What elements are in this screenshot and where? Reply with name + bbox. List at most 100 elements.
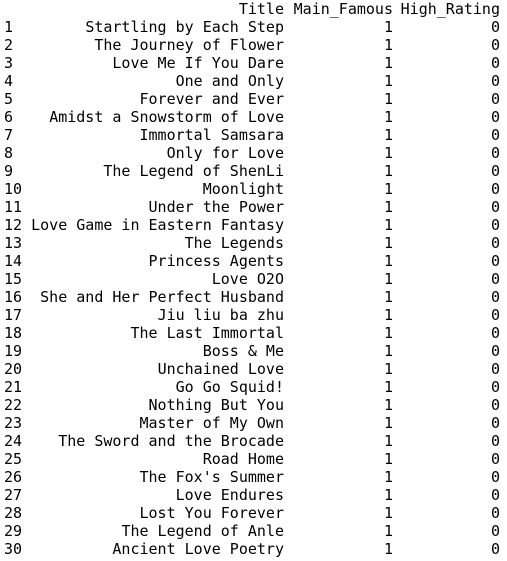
cell-high-rating: 0 [490,324,500,342]
cell-title: One and Only [175,72,284,90]
table-row: 12 Love Game in Eastern Fantasy 1 0 [0,216,507,234]
cell-main-famous: 1 [383,396,393,414]
row-index: 26 [4,468,23,486]
cell-title: Lost You Forever [139,504,285,522]
cell-main-famous: 1 [383,72,393,90]
cell-main-famous: 1 [383,216,393,234]
row-index: 19 [4,342,23,360]
cell-title: Forever and Ever [139,90,285,108]
table-row: 11 Under the Power 1 0 [0,198,507,216]
table-row: 24 The Sword and the Brocade 1 0 [0,432,507,450]
cell-high-rating: 0 [490,504,500,522]
table-row: 9 The Legend of ShenLi 1 0 [0,162,507,180]
cell-main-famous: 1 [383,342,393,360]
table-row: 4 One and Only 1 0 [0,72,507,90]
column-header-high-rating: High_Rating [400,0,500,18]
row-index: 4 [4,72,14,90]
cell-high-rating: 0 [490,414,500,432]
table-row: 3 Love Me If You Dare 1 0 [0,54,507,72]
cell-title: Under the Power [148,198,284,216]
cell-main-famous: 1 [383,306,393,324]
table-row: 17 Jiu liu ba zhu 1 0 [0,306,507,324]
cell-title: Only for Love [166,144,284,162]
cell-high-rating: 0 [490,270,500,288]
row-index: 20 [4,360,23,378]
cell-main-famous: 1 [383,54,393,72]
cell-high-rating: 0 [490,522,500,540]
table-row: 20 Unchained Love 1 0 [0,360,507,378]
cell-title: Road Home [202,450,284,468]
row-index: 11 [4,198,23,216]
cell-title: She and Her Perfect Husband [40,288,284,306]
table-row: 25 Road Home 1 0 [0,450,507,468]
console-output: Title Main_Famous High_Rating 1 Startling… [0,0,507,561]
cell-title: Love Endures [175,486,284,504]
cell-title: Princess Agents [148,252,284,270]
row-index: 5 [4,90,14,108]
cell-main-famous: 1 [383,270,393,288]
cell-high-rating: 0 [490,360,500,378]
cell-main-famous: 1 [383,450,393,468]
cell-title: Boss & Me [202,342,284,360]
cell-high-rating: 0 [490,180,500,198]
table-row: 13 The Legends 1 0 [0,234,507,252]
cell-high-rating: 0 [490,252,500,270]
cell-title: The Fox's Summer [139,468,285,486]
table-row: 28 Lost You Forever 1 0 [0,504,507,522]
cell-main-famous: 1 [383,504,393,522]
cell-main-famous: 1 [383,432,393,450]
cell-high-rating: 0 [490,72,500,90]
cell-high-rating: 0 [490,306,500,324]
row-index: 13 [4,234,23,252]
cell-main-famous: 1 [383,360,393,378]
cell-main-famous: 1 [383,180,393,198]
row-index: 12 [4,216,23,234]
row-index: 6 [4,108,14,126]
cell-high-rating: 0 [490,198,500,216]
table-header: Title Main_Famous High_Rating [0,0,507,18]
cell-high-rating: 0 [490,126,500,144]
cell-main-famous: 1 [383,414,393,432]
row-index: 16 [4,288,23,306]
table-row: 10 Moonlight 1 0 [0,180,507,198]
table-row: 26 The Fox's Summer 1 0 [0,468,507,486]
cell-high-rating: 0 [490,36,500,54]
table-row: 1 Startling by Each Step 1 0 [0,18,507,36]
cell-high-rating: 0 [490,90,500,108]
row-index: 3 [4,54,14,72]
row-index: 2 [4,36,14,54]
cell-main-famous: 1 [383,486,393,504]
cell-title: Ancient Love Poetry [112,540,284,558]
cell-main-famous: 1 [383,162,393,180]
row-index: 1 [4,18,14,36]
cell-high-rating: 0 [490,432,500,450]
cell-title: The Legends [184,234,284,252]
cell-title: The Journey of Flower [94,36,284,54]
row-index: 17 [4,306,23,324]
cell-main-famous: 1 [383,378,393,396]
cell-main-famous: 1 [383,36,393,54]
table-row: 6 Amidst a Snowstorm of Love 1 0 [0,108,507,126]
cell-high-rating: 0 [490,378,500,396]
row-index: 21 [4,378,23,396]
column-header-main-famous: Main_Famous [293,0,393,18]
table-row: 7 Immortal Samsara 1 0 [0,126,507,144]
row-index: 9 [4,162,14,180]
cell-main-famous: 1 [383,468,393,486]
cell-main-famous: 1 [383,126,393,144]
cell-title: The Sword and the Brocade [58,432,284,450]
cell-high-rating: 0 [490,450,500,468]
cell-title: The Last Immortal [130,324,284,342]
cell-high-rating: 0 [490,216,500,234]
cell-main-famous: 1 [383,252,393,270]
cell-title: The Legend of ShenLi [103,162,284,180]
cell-high-rating: 0 [490,342,500,360]
cell-title: Moonlight [202,180,284,198]
cell-main-famous: 1 [383,198,393,216]
cell-main-famous: 1 [383,324,393,342]
table-row: 16 She and Her Perfect Husband 1 0 [0,288,507,306]
cell-high-rating: 0 [490,108,500,126]
cell-main-famous: 1 [383,540,393,558]
table-row: 27 Love Endures 1 0 [0,486,507,504]
cell-title: Amidst a Snowstorm of Love [49,108,284,126]
